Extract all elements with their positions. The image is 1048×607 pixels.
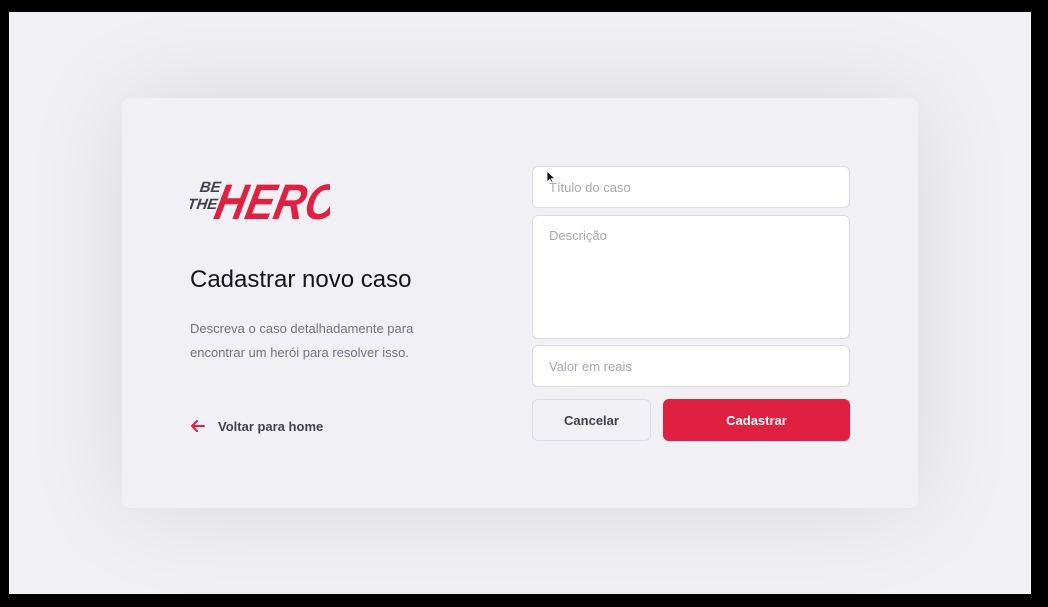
case-value-input[interactable] <box>532 345 850 387</box>
new-case-card: BE THE HERO Cadastrar novo caso Descreva… <box>122 98 918 508</box>
back-to-home-link[interactable]: Voltar para home <box>190 418 323 434</box>
app-viewport: BE THE HERO Cadastrar novo caso Descreva… <box>9 12 1031 594</box>
intro-section: BE THE HERO Cadastrar novo caso Descreva… <box>190 98 490 508</box>
submit-button[interactable]: Cadastrar <box>663 399 850 441</box>
case-title-input[interactable] <box>532 166 850 208</box>
logo-hero-text: HERO <box>210 173 330 225</box>
be-the-hero-logo: BE THE HERO <box>190 173 330 225</box>
page-description: Descreva o caso detalhadamente para enco… <box>190 321 414 360</box>
back-link-label: Voltar para home <box>218 418 324 434</box>
cancel-button[interactable]: Cancelar <box>532 399 651 441</box>
mouse-cursor-icon <box>546 170 556 184</box>
arrow-left-icon <box>191 420 205 432</box>
case-description-textarea[interactable] <box>532 215 850 339</box>
page-title: Cadastrar novo caso <box>190 266 412 293</box>
